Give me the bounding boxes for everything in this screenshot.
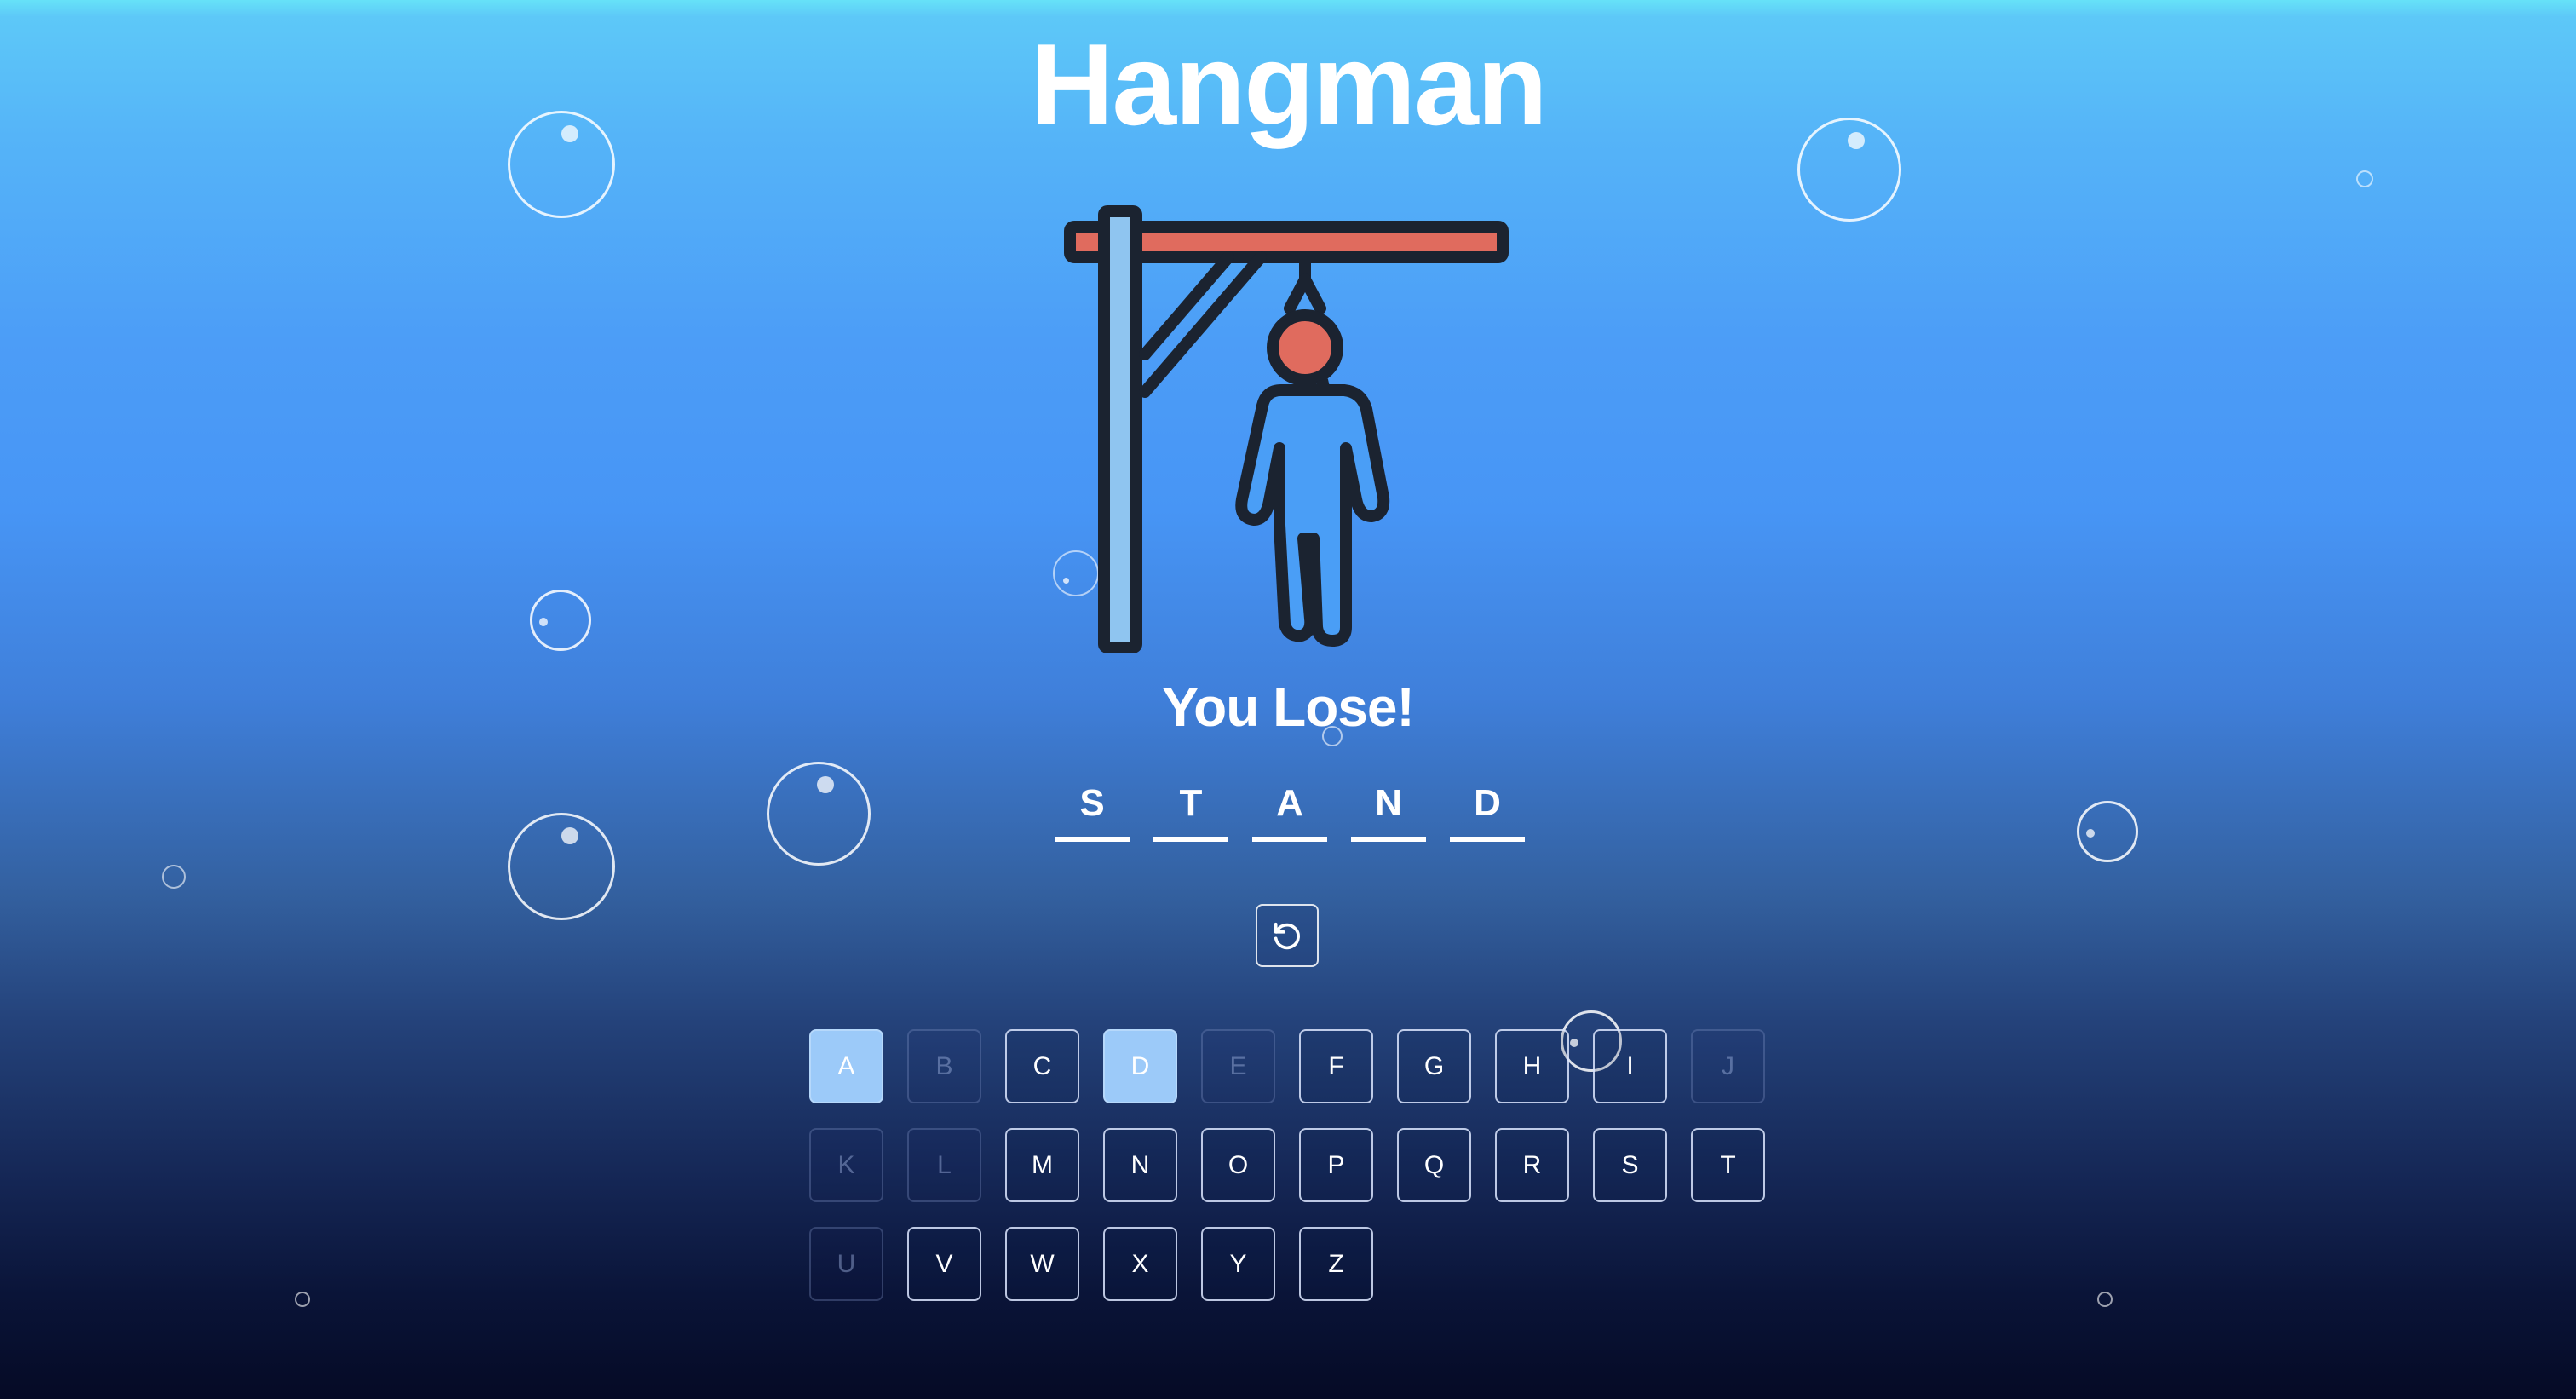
word-letter-slot: N [1351, 775, 1426, 842]
hangman-figure-icon [1064, 205, 1509, 653]
letter-key-a: A [809, 1029, 883, 1103]
letter-key-o[interactable]: O [1201, 1128, 1275, 1202]
bubble-decoration [2097, 1292, 2113, 1307]
word-letter-slot: S [1055, 775, 1130, 842]
letter-key-j: J [1691, 1029, 1765, 1103]
bubble-decoration [2077, 801, 2138, 862]
letter-key-v[interactable]: V [907, 1227, 981, 1301]
letter-key-c[interactable]: C [1005, 1029, 1079, 1103]
word-letter-slot: A [1252, 775, 1327, 842]
letter-key-g[interactable]: G [1397, 1029, 1471, 1103]
bubble-decoration [295, 1292, 310, 1307]
letter-key-i[interactable]: I [1593, 1029, 1667, 1103]
letter-key-q[interactable]: Q [1397, 1128, 1471, 1202]
game-stage: Hangman You Lose! S T A N D ABCDEFGHIJKL… [0, 0, 2576, 1399]
bubble-decoration [162, 865, 186, 889]
restart-button[interactable] [1256, 904, 1319, 967]
letter-key-e: E [1201, 1029, 1275, 1103]
letter-key-f[interactable]: F [1299, 1029, 1373, 1103]
letter-key-l: L [907, 1128, 981, 1202]
letter-key-s[interactable]: S [1593, 1128, 1667, 1202]
letter-key-x[interactable]: X [1103, 1227, 1177, 1301]
letter-key-m[interactable]: M [1005, 1128, 1079, 1202]
word-letter-slot: D [1450, 775, 1525, 842]
bubble-decoration [508, 813, 615, 920]
bubble-decoration [767, 762, 871, 866]
keyboard-row: KLMNOPQRST [809, 1128, 1768, 1202]
game-title: Hangman [1030, 20, 1548, 149]
bubble-decoration [2356, 170, 2373, 187]
keyboard-row: ABCDEFGHIJ [809, 1029, 1768, 1103]
letter-key-z[interactable]: Z [1299, 1227, 1373, 1301]
word-letter-slot: T [1153, 775, 1228, 842]
letter-key-p[interactable]: P [1299, 1128, 1373, 1202]
letter-key-b: B [907, 1029, 981, 1103]
letter-keyboard: ABCDEFGHIJ KLMNOPQRST UVWXYZ [809, 1029, 1768, 1326]
letter-key-h[interactable]: H [1495, 1029, 1569, 1103]
game-result-message: You Lose! [1162, 676, 1415, 738]
letter-key-y[interactable]: Y [1201, 1227, 1275, 1301]
letter-key-d: D [1103, 1029, 1177, 1103]
word-display: S T A N D [1055, 775, 1525, 843]
letter-key-t[interactable]: T [1691, 1128, 1765, 1202]
keyboard-row: UVWXYZ [809, 1227, 1768, 1301]
letter-key-r[interactable]: R [1495, 1128, 1569, 1202]
bubble-decoration [530, 590, 591, 651]
letter-key-k: K [809, 1128, 883, 1202]
restart-icon [1274, 922, 1300, 950]
letter-key-w[interactable]: W [1005, 1227, 1079, 1301]
letter-key-n[interactable]: N [1103, 1128, 1177, 1202]
letter-key-u: U [809, 1227, 883, 1301]
